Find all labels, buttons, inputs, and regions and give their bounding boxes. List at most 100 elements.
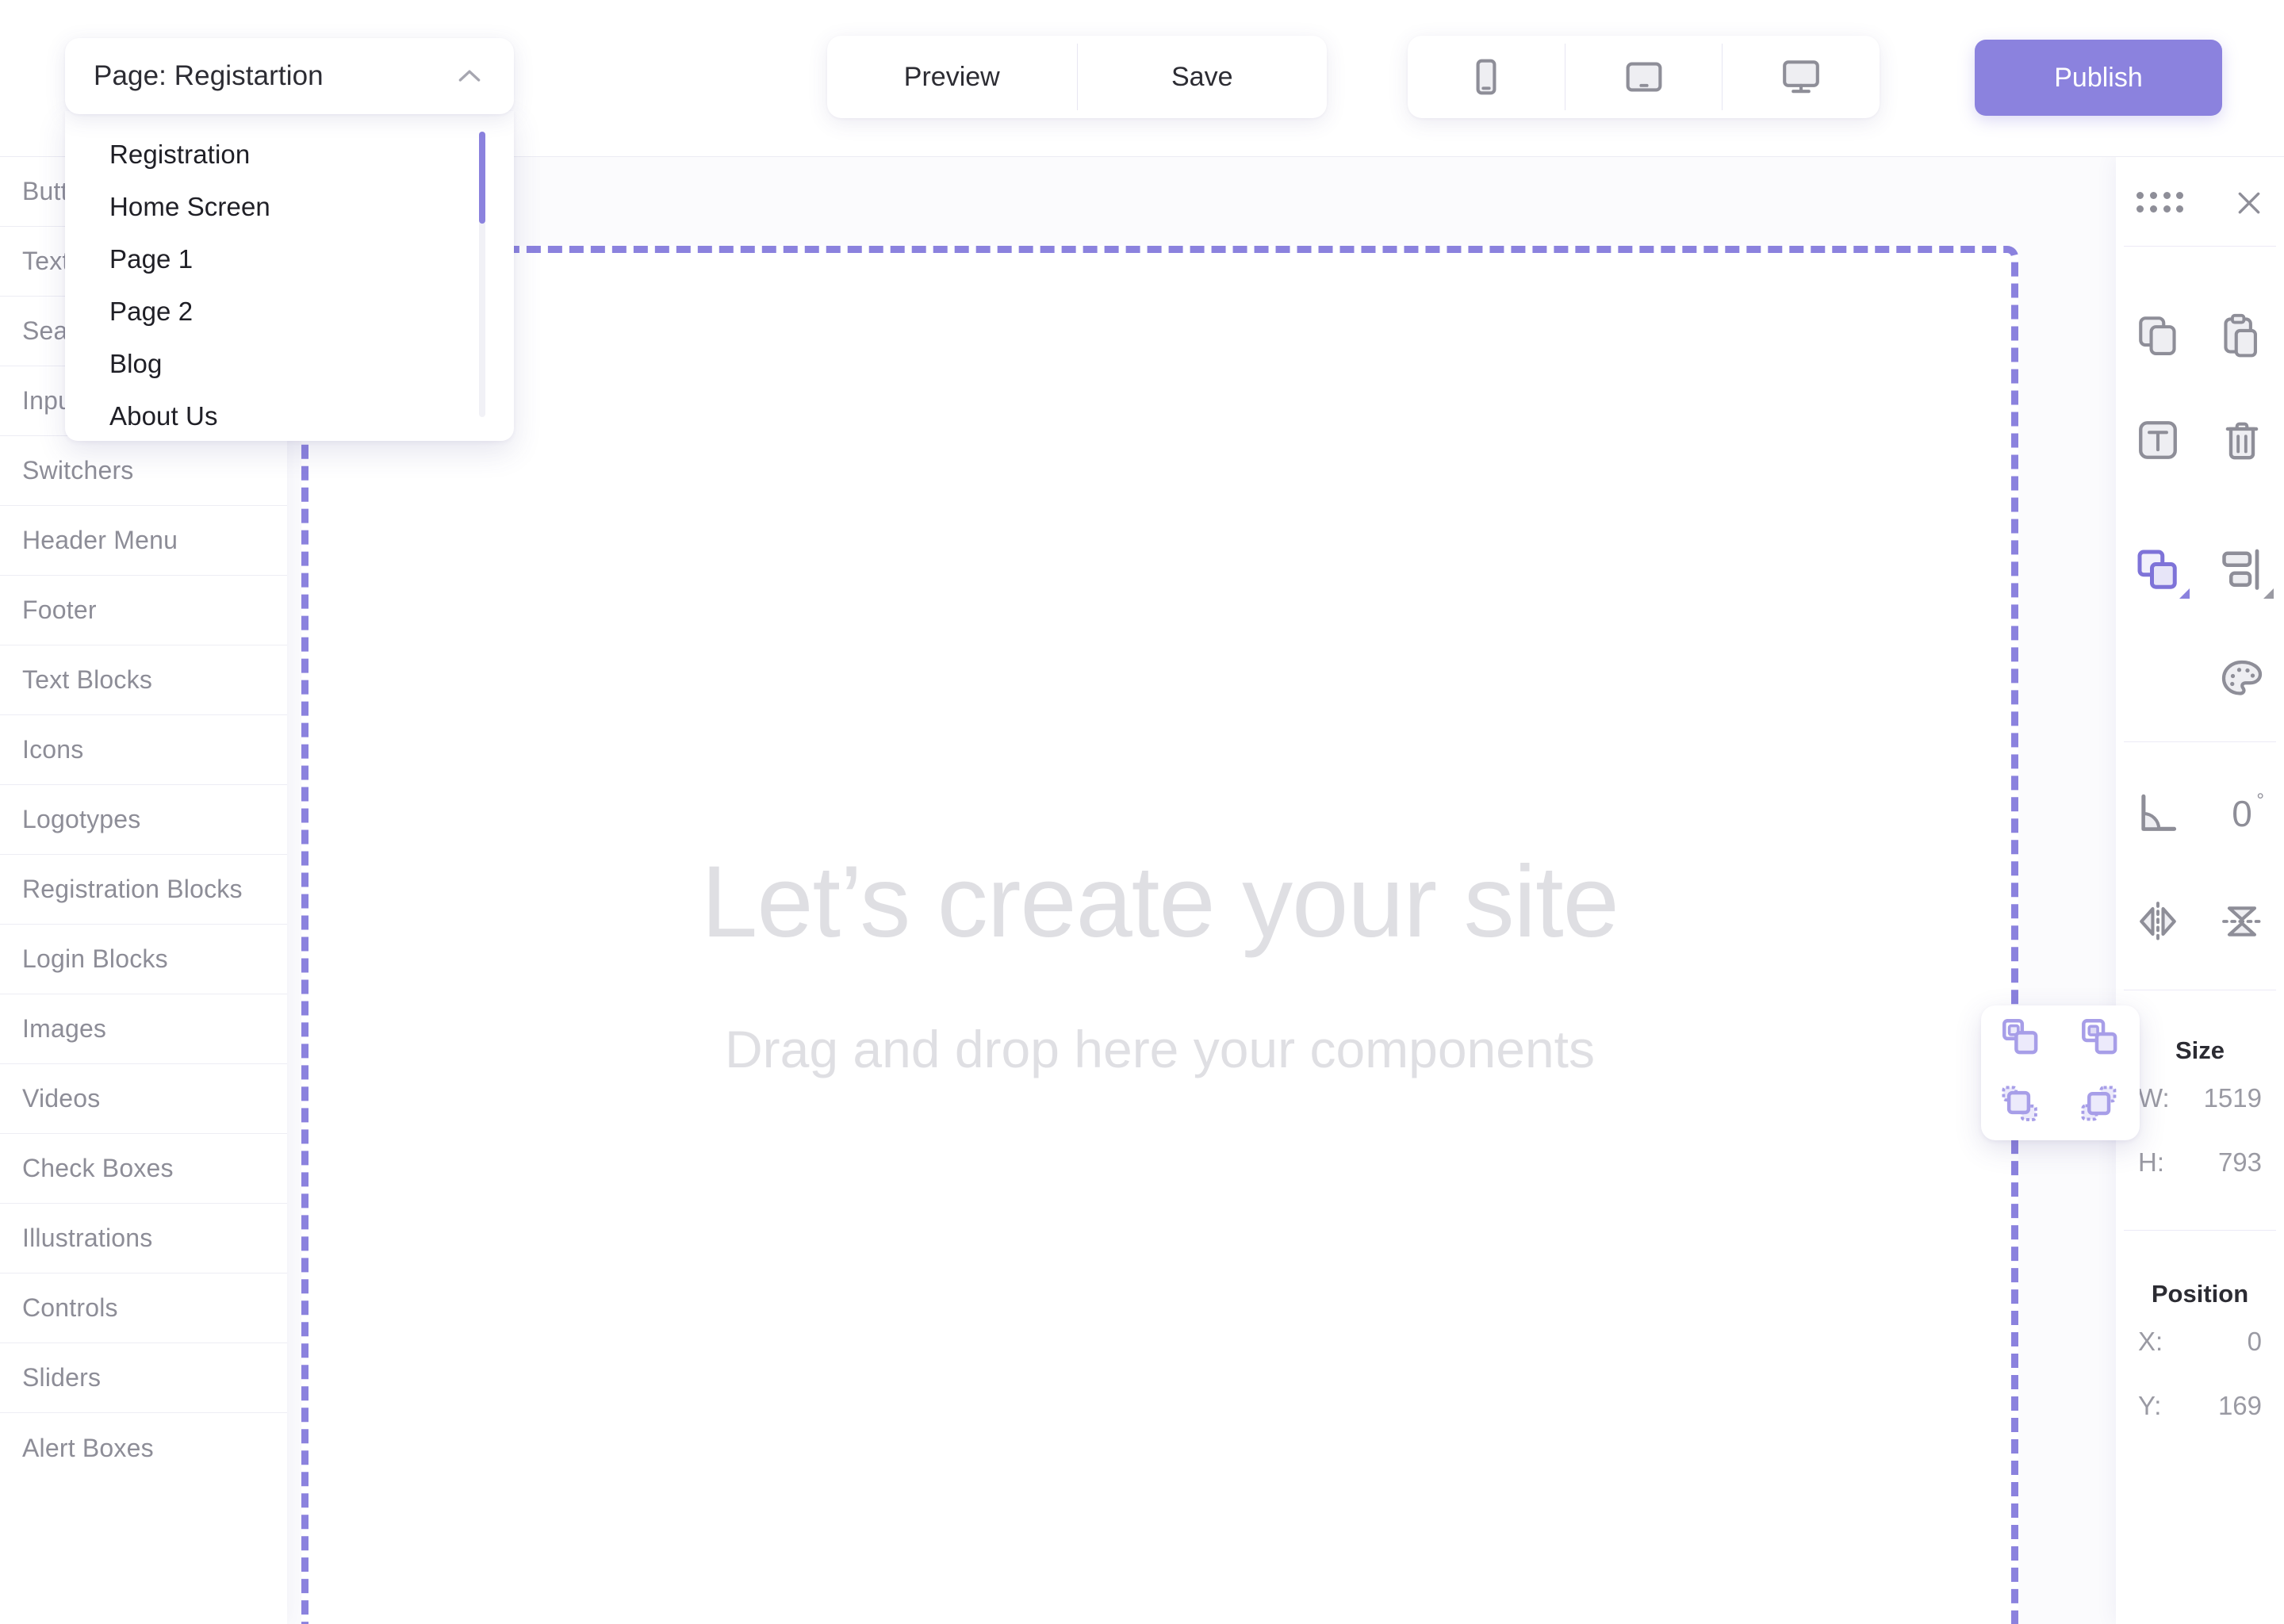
sidebar-item-label: Header Menu xyxy=(22,526,178,554)
edit-tools-grid xyxy=(2116,247,2284,505)
palette-icon xyxy=(2221,660,2263,695)
sidebar-item-label: Videos xyxy=(22,1084,101,1113)
page-option-about-us[interactable]: About Us xyxy=(65,390,514,441)
position-x-row[interactable]: X: 0 xyxy=(2116,1308,2284,1375)
sidebar-item-check-boxes[interactable]: Check Boxes xyxy=(0,1134,287,1204)
send-to-back-button[interactable] xyxy=(2079,1016,2121,1063)
flip-vertical-button[interactable] xyxy=(2212,891,2272,952)
bring-forward-button[interactable] xyxy=(2079,1083,2121,1130)
sidebar-item-login-blocks[interactable]: Login Blocks xyxy=(0,925,287,994)
page-selector-label: Page: Registartion xyxy=(94,60,324,91)
close-icon[interactable] xyxy=(2233,187,2265,219)
page-option-page-1[interactable]: Page 1 xyxy=(65,233,514,285)
grip-dot xyxy=(2176,205,2184,213)
sidebar-item-switchers[interactable]: Switchers xyxy=(0,436,287,506)
sidebar-item-sliders[interactable]: Sliders xyxy=(0,1343,287,1413)
bring-to-front-button[interactable] xyxy=(1999,1016,2042,1063)
align-icon xyxy=(2222,549,2259,590)
sidebar-item-header-menu[interactable]: Header Menu xyxy=(0,506,287,576)
sidebar-item-logotypes[interactable]: Logotypes xyxy=(0,785,287,855)
sidebar-item-registration-blocks[interactable]: Registration Blocks xyxy=(0,855,287,925)
sidebar-item-label: Illustrations xyxy=(22,1224,153,1252)
sidebar-item-illustrations[interactable]: Illustrations xyxy=(0,1204,287,1274)
device-tablet-button[interactable] xyxy=(1565,36,1723,118)
sidebar-item-label: Controls xyxy=(22,1293,118,1322)
flip-horizontal-icon xyxy=(2140,902,2176,941)
text-box-icon xyxy=(2139,421,2177,459)
layers-button[interactable] xyxy=(2128,540,2190,600)
width-value: 1519 xyxy=(2203,1083,2262,1113)
device-switcher xyxy=(1408,36,1880,118)
properties-panel: 0 ° Size W: 1519 H: 793 Position X: 0 Y:… xyxy=(1981,157,2284,1624)
angle-button[interactable] xyxy=(2128,783,2188,844)
position-x-label: X: xyxy=(2138,1327,2163,1356)
dropdown-scrollbar-thumb[interactable] xyxy=(479,132,485,224)
layer-order-flyout xyxy=(1981,1005,2140,1140)
sidebar-item-text-blocks[interactable]: Text Blocks xyxy=(0,645,287,715)
send-backward-icon xyxy=(2002,1086,2037,1121)
sidebar-item-images[interactable]: Images xyxy=(0,994,287,1064)
palette-button[interactable] xyxy=(2212,649,2272,710)
sidebar-item-controls[interactable]: Controls xyxy=(0,1274,287,1343)
sidebar-item-alert-boxes[interactable]: Alert Boxes xyxy=(0,1413,287,1483)
device-mobile-button[interactable] xyxy=(1408,36,1565,118)
paste-button[interactable] xyxy=(2212,305,2272,366)
arrange-tools-grid xyxy=(2116,505,2284,741)
text-tool-button[interactable] xyxy=(2128,410,2188,470)
position-x-value: 0 xyxy=(2247,1327,2262,1356)
flip-vertical-icon xyxy=(2222,906,2262,936)
align-button[interactable] xyxy=(2212,540,2274,600)
flip-horizontal-button[interactable] xyxy=(2128,891,2188,952)
sidebar-item-label: Check Boxes xyxy=(22,1154,174,1182)
grip-dot xyxy=(2149,192,2157,199)
height-value: 793 xyxy=(2217,1147,2262,1177)
send-backward-button[interactable] xyxy=(1999,1083,2042,1130)
sidebar-item-label: Footer xyxy=(22,596,97,624)
position-y-row[interactable]: Y: 169 xyxy=(2116,1375,2284,1437)
sidebar-item-videos[interactable]: Videos xyxy=(0,1064,287,1134)
grip-dot xyxy=(2163,192,2171,199)
width-row[interactable]: W: 1519 xyxy=(2116,1065,2284,1132)
grip-dot xyxy=(2149,205,2157,213)
sidebar-item-label: Login Blocks xyxy=(22,944,168,973)
send-to-back-icon xyxy=(2082,1019,2117,1055)
page-selector[interactable]: Page: Registartion xyxy=(65,38,514,114)
sidebar-item-label: Icons xyxy=(22,735,84,764)
size-title: Size xyxy=(2175,1036,2225,1064)
sidebar-item-footer[interactable]: Footer xyxy=(0,576,287,645)
page-option-blog[interactable]: Blog xyxy=(65,338,514,390)
sidebar-item-label: Switchers xyxy=(22,456,134,485)
position-y-label: Y: xyxy=(2138,1391,2162,1420)
drop-zone[interactable]: Let’s create your site Drag and drop her… xyxy=(301,246,2018,1624)
desktop-icon xyxy=(1783,60,1820,94)
transform-tools-grid: 0 ° xyxy=(2116,742,2284,990)
rotation-value[interactable]: 0 ° xyxy=(2212,783,2272,844)
height-row[interactable]: H: 793 xyxy=(2116,1132,2284,1193)
grip-dot xyxy=(2136,205,2144,213)
bring-forward-icon xyxy=(2081,1086,2117,1121)
delete-button[interactable] xyxy=(2212,410,2272,470)
chevron-up-icon[interactable] xyxy=(454,60,485,92)
paste-icon xyxy=(2224,313,2257,358)
page-option-registration[interactable]: Registration xyxy=(65,128,514,181)
sidebar-item-label: Registration Blocks xyxy=(22,875,243,903)
canvas-subtitle: Drag and drop here your components xyxy=(725,1020,1595,1078)
save-button[interactable]: Save xyxy=(1078,36,1328,118)
panel-drag-handle-icon[interactable] xyxy=(2136,192,2184,213)
size-section: Size W: 1519 H: 793 xyxy=(2116,990,2284,1193)
position-y-value: 169 xyxy=(2217,1391,2262,1420)
copy-button[interactable] xyxy=(2128,305,2188,366)
sidebar-item-icons[interactable]: Icons xyxy=(0,715,287,785)
preview-button[interactable]: Preview xyxy=(827,36,1077,118)
publish-button[interactable]: Publish xyxy=(1975,40,2222,116)
sidebar-item-label: Sliders xyxy=(22,1363,102,1392)
page-option-page-2[interactable]: Page 2 xyxy=(65,285,514,338)
height-label: H: xyxy=(2138,1147,2164,1177)
sidebar-item-label: Text Blocks xyxy=(22,665,153,694)
device-desktop-button[interactable] xyxy=(1723,36,1880,118)
sidebar-item-label: Images xyxy=(22,1014,107,1043)
page-option-home-screen[interactable]: Home Screen xyxy=(65,181,514,233)
bring-to-front-icon xyxy=(2002,1019,2038,1055)
grip-dot xyxy=(2136,192,2144,199)
properties-panel-header xyxy=(2116,157,2284,246)
